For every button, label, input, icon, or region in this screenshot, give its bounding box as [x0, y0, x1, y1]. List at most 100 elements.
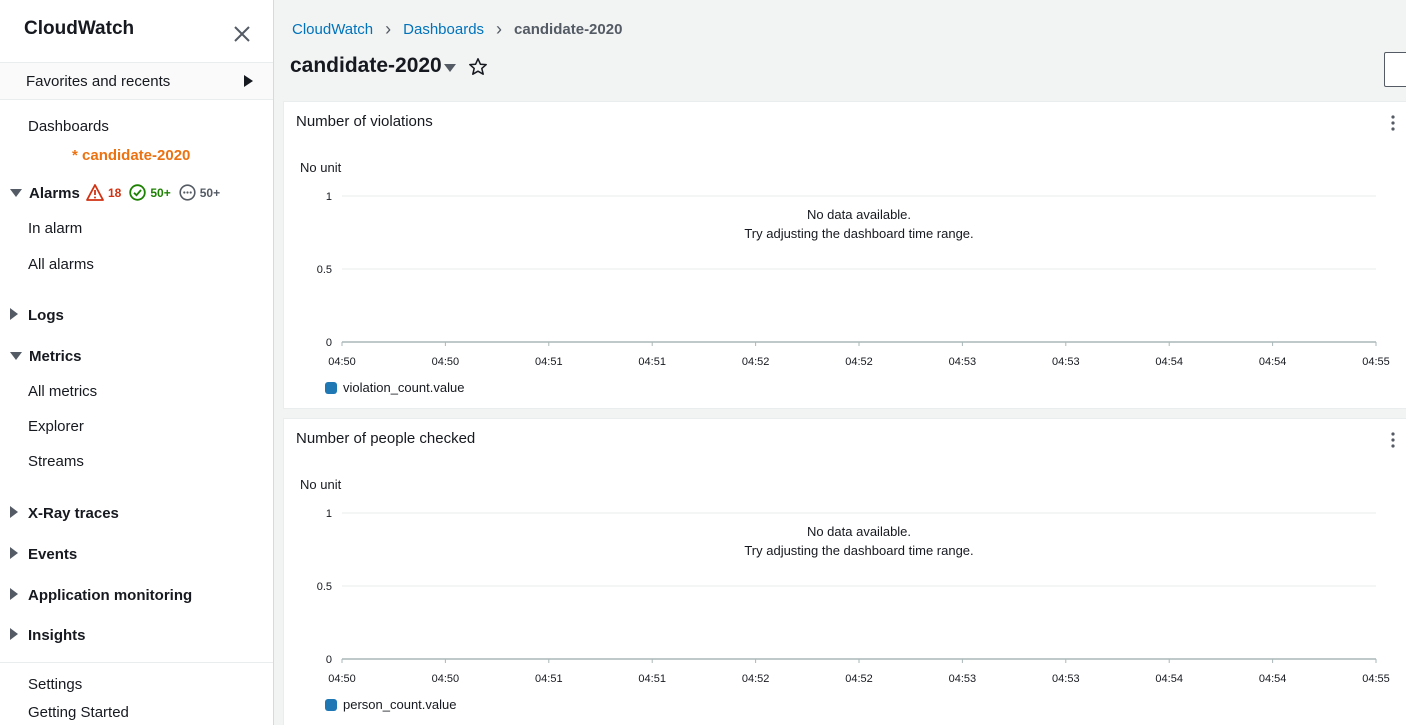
x-tick-label: 04:54 — [1259, 673, 1287, 685]
sidebar-section-events[interactable]: Events — [10, 546, 77, 563]
chart-violations: No unit 1 0.5 0 04:50 04:50 04:51 04:51 04:52 04:… — [300, 160, 1390, 368]
caret-right-icon — [10, 506, 18, 518]
x-tick-label: 04:50 — [432, 356, 460, 368]
sidebar-item-settings[interactable]: Settings — [28, 676, 82, 693]
x-tick-label: 04:55 — [1362, 356, 1390, 368]
sidebar-item-explorer[interactable]: Explorer — [28, 418, 84, 435]
caret-right-icon — [244, 75, 253, 87]
x-tick-label: 04:52 — [742, 673, 770, 685]
y-axis-unit-label: No unit — [300, 160, 342, 175]
favorites-and-recents[interactable]: Favorites and recents — [0, 62, 273, 100]
legend-swatch — [325, 698, 337, 711]
sidebar-section-metrics[interactable]: Metrics — [10, 348, 82, 365]
legend-label: violation_count.value — [343, 380, 465, 395]
caret-down-icon — [10, 352, 22, 360]
x-tick-label: 04:55 — [1362, 673, 1390, 685]
sidebar-section-xray[interactable]: X-Ray traces — [10, 505, 119, 522]
sidebar-item-all-metrics[interactable]: All metrics — [28, 383, 97, 400]
x-tick-label: 04:52 — [742, 356, 770, 368]
widget-people-checked: Number of people checked No unit 1 0.5 0 04:… — [283, 418, 1406, 725]
sidebar: CloudWatch Favorites and recents Dashboa… — [0, 0, 274, 725]
favorites-label: Favorites and recents — [26, 73, 171, 90]
insufficient-count: 50+ — [199, 185, 221, 200]
x-tick-label: 04:50 — [328, 356, 356, 368]
check-circle-icon — [129, 184, 147, 201]
x-tick-label: 04:53 — [1052, 673, 1080, 685]
close-icon[interactable] — [232, 24, 252, 44]
x-tick-label: 04:54 — [1155, 673, 1183, 685]
x-tick-label: 04:51 — [535, 673, 563, 685]
y-tick-label: 0 — [326, 337, 332, 349]
x-tick-label: 04:51 — [638, 673, 666, 685]
widget-violations: Number of violations No unit 1 0.5 0 04:50 04… — [283, 101, 1406, 409]
ok-badge[interactable]: 50+ — [129, 184, 171, 201]
sidebar-section-logs[interactable]: Logs — [10, 307, 64, 324]
sidebar-item-all-alarms[interactable]: All alarms — [28, 256, 94, 273]
in-alarm-count: 18 — [108, 185, 122, 200]
ok-count: 50+ — [150, 185, 171, 200]
ellipsis-circle-icon — [179, 184, 196, 201]
breadcrumb-cloudwatch[interactable]: CloudWatch — [292, 21, 373, 38]
breadcrumb: CloudWatch › Dashboards › candidate-2020 — [292, 19, 622, 40]
sidebar-section-application-monitoring[interactable]: Application monitoring — [10, 587, 192, 604]
in-alarm-badge[interactable]: 18 — [86, 184, 121, 201]
insufficient-data-badge[interactable]: 50+ — [179, 184, 220, 201]
sidebar-section-insights[interactable]: Insights — [10, 627, 86, 644]
insights-label: Insights — [28, 627, 86, 644]
legend-label: person_count.value — [343, 697, 457, 712]
x-tick-label: 04:53 — [949, 356, 977, 368]
xray-label: X-Ray traces — [28, 505, 119, 522]
sidebar-item-in-alarm[interactable]: In alarm — [28, 220, 82, 237]
y-axis-unit-label: No unit — [300, 477, 342, 492]
caret-right-icon — [10, 628, 18, 640]
y-tick-label: 0.5 — [317, 264, 332, 276]
no-data-message: No data available. — [807, 207, 911, 222]
caret-right-icon — [10, 308, 18, 320]
warning-icon — [86, 184, 104, 201]
x-tick-label: 04:51 — [535, 356, 563, 368]
sidebar-item-streams[interactable]: Streams — [28, 453, 84, 470]
x-tick-label: 04:53 — [949, 673, 977, 685]
chart-people-checked: No unit 1 0.5 0 04:50 04:50 04:51 04:51 04:52 04:… — [300, 477, 1390, 685]
app-monitoring-label: Application monitoring — [28, 587, 193, 604]
caret-down-icon — [10, 189, 22, 197]
legend-item[interactable]: violation_count.value — [325, 380, 464, 395]
events-label: Events — [28, 546, 78, 563]
page-title: candidate-2020 — [290, 54, 442, 77]
y-tick-label: 1 — [326, 508, 332, 520]
x-tick-label: 04:50 — [432, 673, 460, 685]
header-action-button[interactable] — [1384, 52, 1406, 87]
sidebar-title: CloudWatch — [24, 18, 135, 39]
chevron-right-icon: › — [496, 19, 503, 39]
caret-right-icon — [10, 547, 18, 559]
sidebar-item-getting-started[interactable]: Getting Started — [28, 704, 129, 721]
metrics-label: Metrics — [29, 348, 82, 365]
y-tick-label: 0 — [326, 654, 332, 666]
x-tick-label: 04:51 — [638, 356, 666, 368]
x-tick-label: 04:52 — [845, 356, 873, 368]
x-tick-label: 04:50 — [328, 673, 356, 685]
y-tick-label: 0.5 — [317, 581, 332, 593]
dashboard-dropdown-icon[interactable] — [444, 64, 456, 72]
breadcrumb-current: candidate-2020 — [514, 21, 623, 38]
alarm-badges: 18 50+ 50+ — [86, 184, 228, 201]
sidebar-section-alarms[interactable]: Alarms — [10, 185, 80, 202]
favorite-star-icon[interactable] — [468, 57, 488, 77]
sidebar-item-active-dashboard[interactable]: * candidate-2020 — [72, 147, 190, 164]
sidebar-item-dashboards[interactable]: Dashboards — [28, 118, 109, 135]
no-data-hint: Try adjusting the dashboard time range. — [744, 226, 973, 241]
x-tick-label: 04:54 — [1259, 356, 1287, 368]
sidebar-divider — [0, 662, 273, 663]
y-tick-label: 1 — [326, 191, 332, 203]
alarms-label: Alarms — [29, 185, 80, 202]
x-tick-label: 04:52 — [845, 673, 873, 685]
chevron-right-icon: › — [385, 19, 392, 39]
no-data-hint: Try adjusting the dashboard time range. — [744, 543, 973, 558]
legend-item[interactable]: person_count.value — [325, 697, 456, 712]
breadcrumb-dashboards[interactable]: Dashboards — [403, 21, 484, 38]
x-tick-label: 04:53 — [1052, 356, 1080, 368]
x-tick-label: 04:54 — [1155, 356, 1183, 368]
caret-right-icon — [10, 588, 18, 600]
logs-label: Logs — [28, 307, 64, 324]
no-data-message: No data available. — [807, 524, 911, 539]
